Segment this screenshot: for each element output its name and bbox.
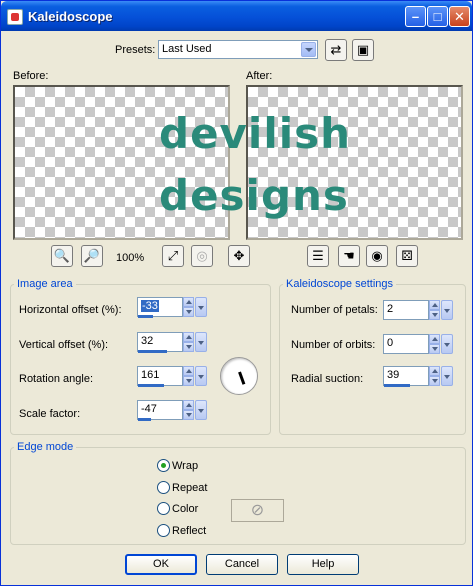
title-bar: Kaleidoscope – □ ✕ <box>1 1 472 31</box>
disabled-icon: ⊘ <box>250 502 265 519</box>
orbits-value: 0 <box>387 337 394 349</box>
rotation-angle-input[interactable]: 161 <box>137 366 183 386</box>
rotation-angle-stepper[interactable] <box>183 366 194 386</box>
orbits-input[interactable]: 0 <box>383 334 429 354</box>
orbits-label: Number of orbits: <box>291 339 376 351</box>
scale-factor-spinner[interactable]: -47 <box>137 400 207 422</box>
rotation-angle-label: Rotation angle: <box>19 373 93 385</box>
radial-suction-bar <box>384 384 410 387</box>
edge-mode-legend: Edge mode <box>17 441 74 453</box>
after-label: After: <box>246 70 273 82</box>
scale-factor-value: -47 <box>141 403 157 415</box>
edge-reflect-label: Reflect <box>172 524 207 537</box>
pan-icon[interactable]: ✥ <box>228 245 250 267</box>
radial-suction-value: 39 <box>387 369 400 381</box>
radio-icon[interactable] <box>157 481 170 494</box>
rotation-angle-spinner[interactable]: 161 <box>137 366 207 388</box>
radial-suction-stepper[interactable] <box>429 366 440 386</box>
fit-icon[interactable]: ⤢ <box>162 245 184 267</box>
petals-label: Number of petals: <box>291 304 378 316</box>
presets-label: Presets: <box>115 44 156 56</box>
horizontal-offset-value: -33 <box>141 300 159 312</box>
petals-dropdown[interactable] <box>441 300 453 320</box>
edge-reflect-radio[interactable]: Reflect <box>157 524 206 537</box>
maximize-button[interactable]: □ <box>427 6 448 27</box>
vertical-offset-label: Vertical offset (%): <box>19 339 109 351</box>
edge-color-label: Color <box>172 502 199 515</box>
petals-value: 2 <box>387 303 394 315</box>
before-label: Before: <box>13 70 49 82</box>
app-icon <box>7 9 23 25</box>
chevron-down-icon[interactable] <box>301 42 316 57</box>
radial-suction-input[interactable]: 39 <box>383 366 429 386</box>
edge-color-radio[interactable]: Color <box>157 502 198 515</box>
scale-factor-bar <box>138 418 151 421</box>
edge-repeat-radio[interactable]: Repeat <box>157 481 207 494</box>
horizontal-offset-dropdown[interactable] <box>195 297 207 317</box>
horizontal-offset-input[interactable]: -33 <box>137 297 183 317</box>
randomize-icon[interactable]: ⚄ <box>396 245 418 267</box>
horizontal-offset-label: Horizontal offset (%): <box>19 304 122 316</box>
presets-dropdown[interactable]: Last Used <box>158 40 318 59</box>
orbits-spinner[interactable]: 0 <box>383 334 453 356</box>
vertical-offset-input[interactable]: 32 <box>137 332 183 352</box>
kaleidoscope-settings-legend: Kaleidoscope settings <box>286 278 394 290</box>
ok-button[interactable]: OK <box>125 554 197 575</box>
petals-stepper[interactable] <box>429 300 440 320</box>
revert-icon[interactable]: ⇄ <box>325 39 347 61</box>
save-preset-icon[interactable]: ▣ <box>352 39 374 61</box>
minimize-button[interactable]: – <box>405 6 426 27</box>
rotation-dial[interactable] <box>220 357 258 395</box>
horizontal-offset-spinner[interactable]: -33 <box>137 297 207 319</box>
petals-spinner[interactable]: 2 <box>383 300 453 322</box>
close-button[interactable]: ✕ <box>449 6 470 27</box>
edge-wrap-label: Wrap <box>172 459 199 472</box>
orbits-stepper[interactable] <box>429 334 440 354</box>
zoom-out-icon[interactable]: 🔍 <box>51 245 73 267</box>
edge-mode-group: Edge mode <box>10 441 466 545</box>
radio-icon[interactable] <box>157 502 170 515</box>
eye-icon[interactable]: ◉ <box>366 245 388 267</box>
horizontal-offset-stepper[interactable] <box>183 297 194 317</box>
horizontal-offset-bar <box>138 315 153 318</box>
radio-selected-icon[interactable] <box>157 459 170 472</box>
rotation-angle-bar <box>138 384 164 387</box>
watermark-line1: devilish <box>159 109 352 158</box>
scale-factor-dropdown[interactable] <box>195 400 207 420</box>
presets-value: Last Used <box>162 43 212 55</box>
edge-wrap-radio[interactable]: Wrap <box>157 459 198 472</box>
radial-suction-label: Radial suction: <box>291 373 364 385</box>
image-area-legend: Image area <box>17 278 73 290</box>
scale-factor-label: Scale factor: <box>19 408 81 420</box>
reset-zoom-icon[interactable]: ◎ <box>191 245 213 267</box>
vertical-offset-dropdown[interactable] <box>195 332 207 352</box>
zoom-percent: 100% <box>116 252 145 264</box>
vertical-offset-value: 32 <box>141 335 154 347</box>
list-icon[interactable]: ☰ <box>307 245 329 267</box>
radio-icon[interactable] <box>157 524 170 537</box>
vertical-offset-spinner[interactable]: 32 <box>137 332 207 354</box>
watermark-line2: designs <box>159 171 349 220</box>
zoom-in-icon[interactable]: 🔎 <box>81 245 103 267</box>
scale-factor-stepper[interactable] <box>183 400 194 420</box>
kaleidoscope-dialog: Kaleidoscope – □ ✕ Presets: Last Used ⇄ … <box>0 0 473 586</box>
scale-factor-input[interactable]: -47 <box>137 400 183 420</box>
petals-input[interactable]: 2 <box>383 300 429 320</box>
orbits-dropdown[interactable] <box>441 334 453 354</box>
help-button[interactable]: Help <box>287 554 359 575</box>
rotation-angle-value: 161 <box>141 369 160 381</box>
vertical-offset-bar <box>138 350 167 353</box>
edge-color-swatch[interactable]: ⊘ <box>231 499 284 522</box>
radial-suction-dropdown[interactable] <box>441 366 453 386</box>
rotation-angle-dropdown[interactable] <box>195 366 207 386</box>
vertical-offset-stepper[interactable] <box>183 332 194 352</box>
window-title: Kaleidoscope <box>28 9 113 24</box>
proof-icon[interactable]: ☚ <box>338 245 360 267</box>
cancel-button[interactable]: Cancel <box>206 554 278 575</box>
edge-repeat-label: Repeat <box>172 481 208 494</box>
radial-suction-spinner[interactable]: 39 <box>383 366 453 388</box>
